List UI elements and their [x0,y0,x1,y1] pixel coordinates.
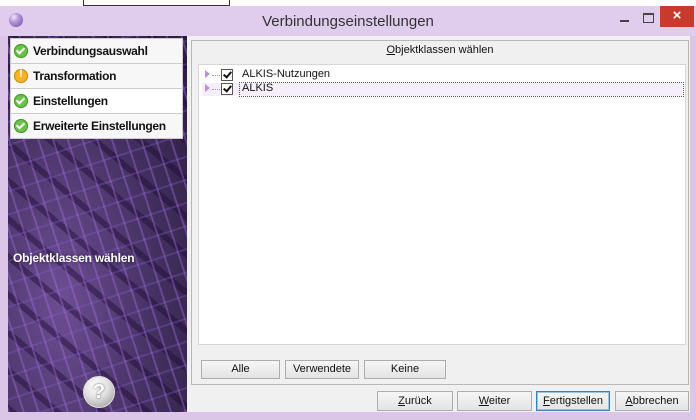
tree-connector [212,75,220,76]
back-button[interactable]: Zurück [377,391,453,411]
tree-row-alkis[interactable]: ALKIS [202,82,684,97]
next-button[interactable]: Weiter [457,391,532,411]
content-panel: Objektklassen wählen ALKIS-Nutzungen ALK… [191,40,689,385]
close-icon: × [672,7,682,24]
next-label-rest: eiter [488,395,511,407]
back-accesskey: Z [398,395,405,407]
check-icon [14,94,28,108]
next-accesskey: W [478,395,489,407]
close-button[interactable]: × [660,6,694,27]
finish-label-rest: ertigstellen [549,395,603,407]
step-transformation[interactable]: Transformation [10,63,183,88]
header-accesskey: O [386,44,396,56]
select-all-button[interactable]: Alle [201,360,280,379]
expand-arrow-icon[interactable] [205,84,210,92]
warning-icon [14,68,28,83]
object-class-tree[interactable]: ALKIS-Nutzungen ALKIS [198,64,686,345]
dialog-window: Verbindungseinstellungen × Verbindungsau… [0,6,696,420]
minimize-button[interactable] [612,9,638,27]
help-button[interactable]: ? [83,376,115,408]
cancel-button[interactable]: Abbrechen [615,391,689,411]
expand-arrow-icon[interactable] [205,70,210,78]
maximize-button[interactable] [638,9,660,27]
step-label: Verbindungsauswahl [33,44,148,58]
step-einstellungen[interactable]: Einstellungen [10,88,183,113]
finish-accesskey: F [543,395,550,407]
minimize-icon [620,20,629,22]
panel-header: Objektklassen wählen [192,44,688,56]
select-none-button[interactable]: Keine [364,360,446,379]
tree-item-label: ALKIS-Nutzungen [242,68,331,80]
step-label: Transformation [33,69,117,83]
current-step-caption: Objektklassen wählen [13,251,135,265]
wizard-sidebar: Verbindungsauswahl Transformation Einste… [8,36,187,412]
checkbox-alkis[interactable] [221,83,233,95]
checkbox-alkis-nutzungen[interactable] [221,69,233,81]
cancel-accesskey: A [625,395,633,407]
back-label-rest: urück [404,395,432,407]
header-text: bjektklassen wählen [395,44,494,56]
finish-button[interactable]: Fertigstellen [536,391,610,411]
window-title: Verbindungseinstellungen [262,13,434,30]
title-bar: Verbindungseinstellungen × [0,6,696,36]
tree-item-label: ALKIS [242,82,274,94]
cancel-label-rest: bbrechen [632,395,679,407]
dialog-body: Verbindungsauswahl Transformation Einste… [8,36,690,412]
tree-connector [212,89,220,90]
step-label: Einstellungen [33,94,108,108]
select-used-button[interactable]: Verwendete [285,360,359,379]
check-icon [14,119,28,133]
step-verbindungsauswahl[interactable]: Verbindungsauswahl [10,38,183,63]
question-icon: ? [92,381,106,403]
focus-outline [239,82,684,97]
step-erweiterte-einstellungen[interactable]: Erweiterte Einstellungen [10,113,183,139]
wizard-step-list: Verbindungsauswahl Transformation Einste… [10,38,183,139]
maximize-icon [643,13,654,23]
tree-row-alkis-nutzungen[interactable]: ALKIS-Nutzungen [202,68,682,82]
step-label: Erweiterte Einstellungen [33,119,166,133]
check-icon [14,44,28,58]
